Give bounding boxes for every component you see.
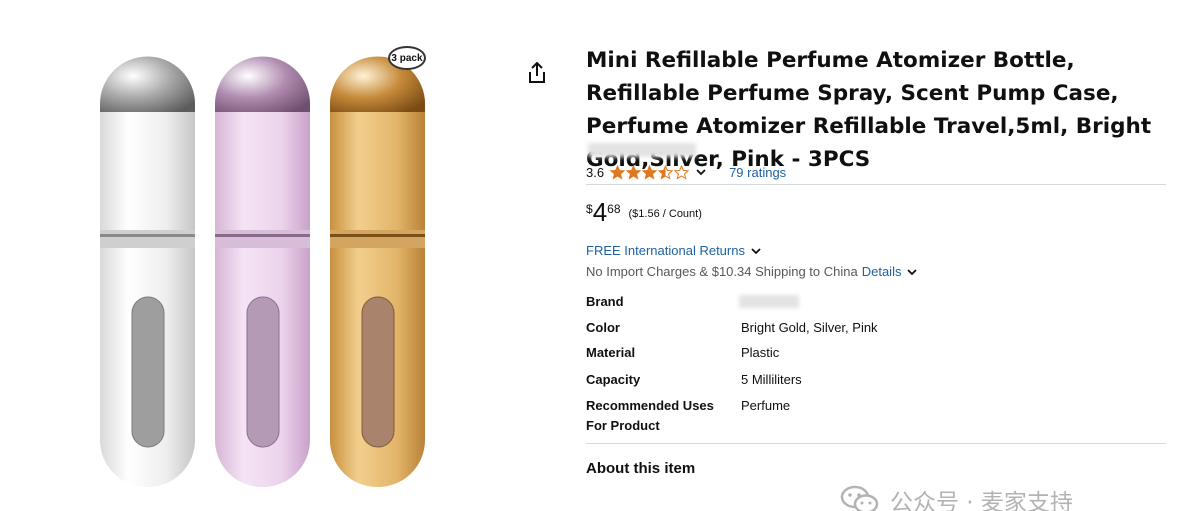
price-fraction: 68	[607, 202, 621, 216]
about-heading: About this item	[586, 460, 696, 477]
price-whole: 4	[592, 197, 608, 227]
divider	[586, 443, 1166, 444]
product-image[interactable]	[95, 42, 435, 497]
watermark: 公众号 · 麦家支持	[840, 480, 1073, 511]
price-symbol: $	[586, 202, 593, 216]
star-rating[interactable]	[610, 164, 690, 180]
chevron-down-icon[interactable]	[906, 266, 918, 278]
spec-value: Bright Gold, Silver, Pink	[741, 320, 878, 335]
redacted-brand	[739, 295, 799, 308]
spec-label: Brand	[586, 294, 624, 309]
spec-value: 5 Milliliters	[741, 372, 802, 387]
pink-bottle	[215, 56, 310, 487]
unit-price: ($1.56 / Count)	[628, 208, 702, 220]
shipping-details-link[interactable]: Details	[862, 264, 902, 279]
share-icon[interactable]	[526, 61, 548, 85]
ratings-count-link[interactable]: 79 ratings	[729, 165, 786, 180]
star-icon	[674, 164, 690, 180]
spec-value: Plastic	[741, 345, 780, 360]
spec-label: Recommended Uses For Product	[586, 398, 714, 433]
spec-label: Capacity	[586, 372, 641, 387]
price: $ 4 68 ($1.56 / Count)	[586, 198, 702, 226]
rating-value: 3.6	[586, 164, 605, 180]
returns-label: FREE International Returns	[586, 243, 745, 258]
star-icon	[626, 164, 642, 180]
pack-badge: 3 pack	[388, 46, 426, 70]
star-icon	[658, 164, 674, 180]
chevron-down-icon[interactable]	[750, 245, 762, 257]
watermark-text: 公众号 · 麦家支持	[890, 490, 1073, 511]
silver-bottle	[100, 56, 195, 487]
spec-value: Perfume	[741, 398, 791, 413]
rating-row: 3.6 79 ratings	[586, 162, 786, 182]
free-returns-link[interactable]: FREE International Returns	[586, 243, 762, 258]
wechat-icon	[840, 485, 879, 511]
spec-label: Color	[586, 320, 620, 335]
gold-bottle	[330, 56, 425, 487]
shipping-info: No Import Charges & $10.34 Shipping to C…	[586, 264, 918, 279]
spec-label: Material	[586, 345, 636, 360]
divider	[586, 184, 1166, 185]
shipping-label: No Import Charges & $10.34 Shipping to C…	[586, 264, 858, 279]
chevron-down-icon[interactable]	[695, 166, 707, 178]
star-icon	[642, 164, 658, 180]
redacted-store-link	[588, 143, 696, 157]
star-icon	[610, 164, 626, 180]
